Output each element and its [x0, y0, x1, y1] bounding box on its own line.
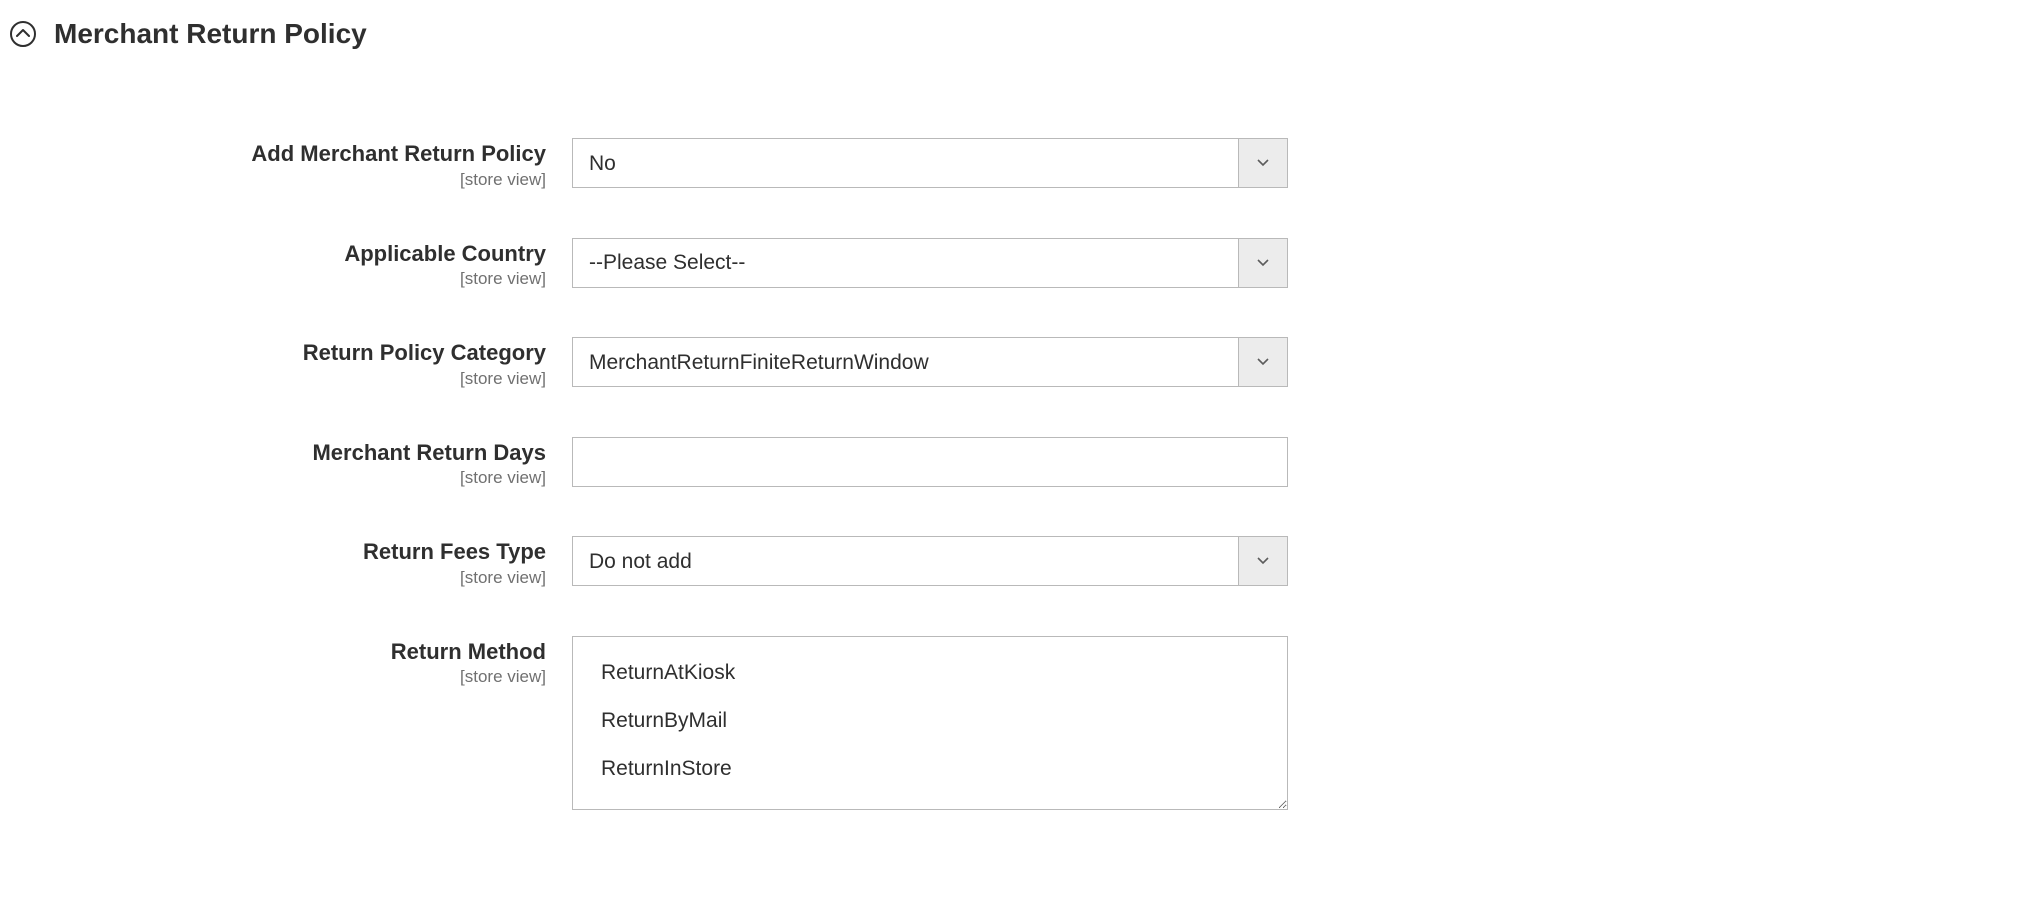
select-wrap: MerchantReturnFiniteReturnWindow — [572, 337, 1288, 387]
control-col: No — [572, 138, 1288, 188]
select-wrap: --Please Select-- — [572, 238, 1288, 288]
control-col: ReturnAtKiosk ReturnByMail ReturnInStore — [572, 636, 1288, 810]
scope-label: [store view] — [20, 170, 546, 190]
control-col: --Please Select-- — [572, 238, 1288, 288]
row-return-fees-type: Return Fees Type [store view] Do not add — [20, 536, 2018, 588]
return-fees-type-select[interactable]: Do not add — [572, 536, 1288, 586]
field-label: Applicable Country — [20, 240, 546, 268]
form-body: Add Merchant Return Policy [store view] … — [10, 68, 2018, 810]
row-add-merchant-return-policy: Add Merchant Return Policy [store view] … — [20, 138, 2018, 190]
field-label: Return Method — [20, 638, 546, 666]
scope-label: [store view] — [20, 568, 546, 588]
field-label: Return Fees Type — [20, 538, 546, 566]
label-col: Return Method [store view] — [20, 636, 572, 688]
section-title: Merchant Return Policy — [54, 18, 367, 50]
select-wrap: Do not add — [572, 536, 1288, 586]
scope-label: [store view] — [20, 269, 546, 289]
label-col: Applicable Country [store view] — [20, 238, 572, 290]
return-method-multiselect[interactable]: ReturnAtKiosk ReturnByMail ReturnInStore — [572, 636, 1288, 810]
label-col: Merchant Return Days [store view] — [20, 437, 572, 489]
field-label: Merchant Return Days — [20, 439, 546, 467]
return-method-option[interactable]: ReturnInStore — [601, 751, 1259, 787]
field-label: Return Policy Category — [20, 339, 546, 367]
select-wrap: No — [572, 138, 1288, 188]
field-label: Add Merchant Return Policy — [20, 140, 546, 168]
label-col: Return Policy Category [store view] — [20, 337, 572, 389]
scope-label: [store view] — [20, 369, 546, 389]
label-col: Return Fees Type [store view] — [20, 536, 572, 588]
collapse-up-icon — [10, 21, 36, 47]
row-return-policy-category: Return Policy Category [store view] Merc… — [20, 337, 2018, 389]
row-merchant-return-days: Merchant Return Days [store view] — [20, 437, 2018, 489]
section-header[interactable]: Merchant Return Policy — [10, 10, 2018, 68]
add-merchant-return-policy-select[interactable]: No — [572, 138, 1288, 188]
applicable-country-select[interactable]: --Please Select-- — [572, 238, 1288, 288]
control-col: Do not add — [572, 536, 1288, 586]
return-method-option[interactable]: ReturnByMail — [601, 703, 1259, 739]
return-method-option[interactable]: ReturnAtKiosk — [601, 655, 1259, 691]
row-applicable-country: Applicable Country [store view] --Please… — [20, 238, 2018, 290]
scope-label: [store view] — [20, 468, 546, 488]
row-return-method: Return Method [store view] ReturnAtKiosk… — [20, 636, 2018, 810]
return-policy-category-select[interactable]: MerchantReturnFiniteReturnWindow — [572, 337, 1288, 387]
scope-label: [store view] — [20, 667, 546, 687]
merchant-return-days-input[interactable] — [572, 437, 1288, 487]
control-col — [572, 437, 1288, 487]
control-col: MerchantReturnFiniteReturnWindow — [572, 337, 1288, 387]
label-col: Add Merchant Return Policy [store view] — [20, 138, 572, 190]
